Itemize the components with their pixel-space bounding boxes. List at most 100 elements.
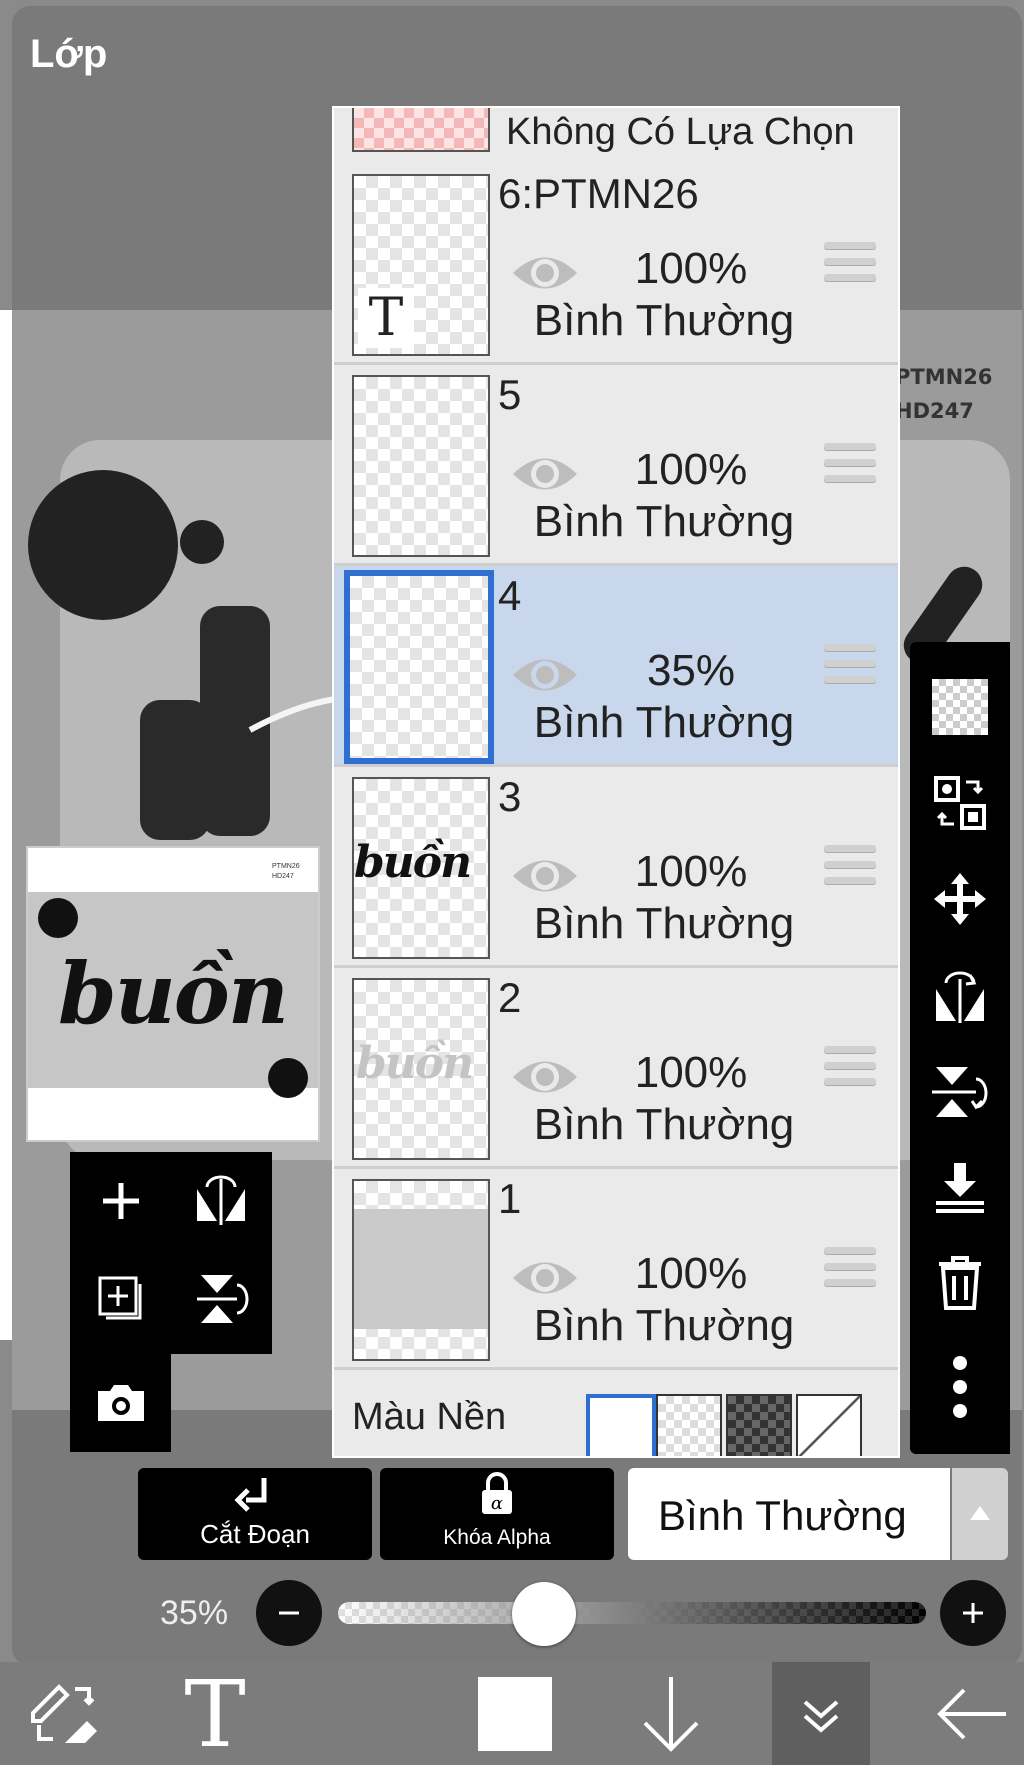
opacity-control: 35% bbox=[0, 1574, 1024, 1654]
canvas-text-line-1: PTMN26 bbox=[895, 365, 993, 389]
camera-icon bbox=[98, 1385, 144, 1421]
layer-name: 3 bbox=[498, 773, 522, 820]
right-toolbox bbox=[910, 642, 1010, 1454]
layer-name: 4 bbox=[498, 572, 522, 619]
swap-tool-icon bbox=[31, 1683, 97, 1743]
minus-icon bbox=[279, 1611, 299, 1615]
merge-down-button[interactable] bbox=[910, 1142, 1010, 1232]
text-icon: T bbox=[184, 1674, 245, 1754]
bg-swatch-transparent[interactable] bbox=[656, 1394, 722, 1456]
layer-name: 2 bbox=[498, 974, 522, 1021]
layer-thumb-fill bbox=[354, 1209, 488, 1329]
eye-icon[interactable] bbox=[510, 250, 580, 296]
layer-thumbnail bbox=[352, 1179, 490, 1361]
move-button[interactable] bbox=[910, 854, 1010, 944]
text-layer-glyph: T bbox=[368, 288, 404, 348]
duplicate-layer-button[interactable] bbox=[76, 1254, 166, 1344]
eye-icon[interactable] bbox=[510, 853, 580, 899]
preview-dot bbox=[38, 898, 78, 938]
opacity-decrease-button[interactable] bbox=[256, 1580, 322, 1646]
flip-vertical-button[interactable] bbox=[910, 1046, 1010, 1136]
opacity-slider-thumb[interactable] bbox=[511, 1582, 576, 1646]
arrow-down-icon bbox=[643, 1676, 699, 1752]
bg-swatch-dark-checker[interactable] bbox=[726, 1394, 792, 1456]
layer-name: 1 bbox=[498, 1175, 522, 1222]
bg-swatch-diagonal[interactable] bbox=[796, 1394, 862, 1456]
layer-row[interactable]: 5 100% Bình Thường bbox=[334, 365, 898, 566]
color-swatch bbox=[478, 1676, 552, 1751]
preview-word: buồn bbox=[58, 944, 289, 1043]
canvas-dot-large bbox=[28, 470, 178, 620]
bg-swatch-white[interactable] bbox=[586, 1394, 656, 1456]
canvas-preview[interactable]: buồn PTMN26 HD247 bbox=[26, 846, 320, 1142]
background-color-row: Màu Nền bbox=[334, 1370, 898, 1456]
flip-vertical-button[interactable] bbox=[176, 1254, 266, 1344]
collapse-button[interactable] bbox=[772, 1662, 870, 1765]
layer-thumb-art: buồn bbox=[354, 837, 472, 888]
drag-handle-icon[interactable] bbox=[824, 242, 876, 288]
opacity-slider-pattern bbox=[338, 1602, 926, 1624]
flip-vertical-icon bbox=[197, 1275, 249, 1323]
blend-mode-dropdown-button[interactable] bbox=[952, 1468, 1008, 1560]
text-tool-button[interactable]: T bbox=[160, 1662, 270, 1765]
alpha-lock-label: Khóa Alpha bbox=[443, 1526, 551, 1549]
no-selection-row[interactable]: Không Có Lựa Chọn bbox=[334, 108, 898, 166]
drag-handle-icon[interactable] bbox=[824, 845, 876, 891]
clip-button[interactable]: Cắt Đoạn bbox=[138, 1468, 372, 1560]
layer-thumbnail: buồn bbox=[352, 777, 490, 959]
layer-row[interactable]: T 6:PTMN26 100% Bình Thường bbox=[334, 164, 898, 365]
layer-thumbnail bbox=[344, 570, 494, 764]
drag-handle-icon[interactable] bbox=[824, 1046, 876, 1092]
color-swatch-button[interactable] bbox=[460, 1662, 570, 1765]
layer-row[interactable]: 1 100% Bình Thường bbox=[334, 1169, 898, 1370]
flip-horizontal-button[interactable] bbox=[910, 950, 1010, 1040]
preview-dot bbox=[268, 1058, 308, 1098]
back-button[interactable] bbox=[920, 1662, 1024, 1765]
layer-row[interactable]: buồn 3 100% Bình Thường bbox=[334, 767, 898, 968]
text-layer-marker: T bbox=[358, 288, 414, 348]
layer-blend-mode: Bình Thường bbox=[533, 1301, 795, 1350]
plus-icon bbox=[963, 1603, 983, 1623]
delete-icon bbox=[939, 1256, 981, 1310]
move-down-button[interactable] bbox=[616, 1662, 726, 1765]
more-options-button[interactable] bbox=[910, 1342, 1010, 1432]
camera-button[interactable] bbox=[76, 1358, 166, 1448]
preview-corner-text: PTMN26 HD247 bbox=[272, 862, 300, 882]
eye-icon[interactable] bbox=[510, 1255, 580, 1301]
opacity-increase-button[interactable] bbox=[940, 1580, 1006, 1646]
drag-handle-icon[interactable] bbox=[824, 1247, 876, 1293]
blend-mode-value: Bình Thường bbox=[658, 1492, 907, 1539]
eye-icon[interactable] bbox=[510, 652, 580, 698]
panel-title: Lớp bbox=[30, 32, 108, 76]
flip-icon bbox=[197, 1175, 245, 1225]
eye-icon[interactable] bbox=[510, 451, 580, 497]
duplicate-layer-icon bbox=[98, 1276, 142, 1320]
drag-handle-icon[interactable] bbox=[824, 644, 876, 690]
transparency-button[interactable] bbox=[910, 662, 1010, 752]
blend-mode-select[interactable]: Bình Thường bbox=[628, 1468, 950, 1560]
layer-row-selected[interactable]: 4 35% Bình Thường bbox=[334, 566, 898, 767]
tool-swap-button[interactable] bbox=[10, 1662, 120, 1765]
merge-down-icon bbox=[936, 1163, 984, 1213]
add-layer-button[interactable] bbox=[76, 1156, 166, 1246]
flip-horizontal-icon bbox=[936, 971, 984, 1023]
selection-thumb bbox=[352, 108, 490, 152]
layer-opacity: 100% bbox=[634, 1249, 748, 1298]
eye-icon[interactable] bbox=[510, 1054, 580, 1100]
background-color-label: Màu Nền bbox=[352, 1396, 507, 1438]
delete-layer-button[interactable] bbox=[910, 1238, 1010, 1328]
layer-opacity: 35% bbox=[646, 646, 736, 695]
svg-text:T: T bbox=[184, 1674, 245, 1754]
transfer-icon bbox=[934, 776, 986, 830]
canvas-edge bbox=[0, 310, 12, 1340]
opacity-value: 35% bbox=[160, 1594, 229, 1632]
layer-row[interactable]: buồn 2 100% Bình Thường bbox=[334, 968, 898, 1169]
drag-handle-icon[interactable] bbox=[824, 443, 876, 489]
layer-list: Không Có Lựa Chọn T 6:PTMN26 100% Bình T… bbox=[332, 106, 900, 1458]
alpha-lock-button[interactable]: α Khóa Alpha bbox=[380, 1468, 614, 1560]
layer-thumb-art: buồn bbox=[356, 1038, 474, 1089]
flip-layer-button[interactable] bbox=[176, 1156, 266, 1246]
transfer-button[interactable] bbox=[910, 758, 1010, 848]
canvas-text-line-2: HD247 bbox=[895, 399, 974, 423]
lock-icon: α bbox=[482, 1472, 512, 1514]
